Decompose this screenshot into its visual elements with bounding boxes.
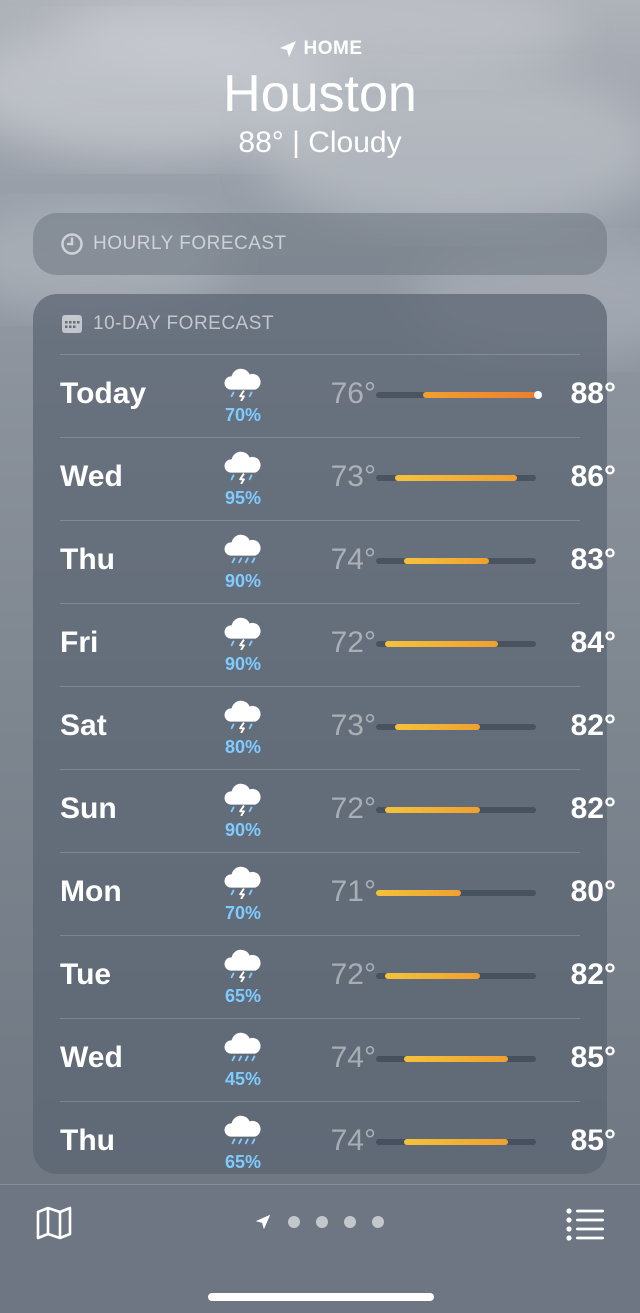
temp-range-fill — [385, 973, 480, 979]
current-conditions: 88° | Cloudy — [238, 126, 402, 159]
temp-range-fill — [404, 1139, 508, 1145]
temp-range-bar — [376, 641, 536, 647]
day-label: Mon — [60, 875, 122, 908]
day-label: Tue — [60, 958, 112, 991]
location-arrow-icon — [279, 41, 296, 57]
temp-range-fill — [423, 392, 536, 398]
rain-icon — [224, 1115, 261, 1145]
low-temp: 74° — [330, 543, 376, 576]
map-icon[interactable] — [34, 1203, 74, 1243]
rain-icon — [224, 534, 261, 564]
high-temp: 86° — [570, 460, 616, 493]
thunderstorm-icon — [224, 700, 261, 733]
forecast-row[interactable]: Today 70% 76° 88° — [60, 354, 616, 437]
daily-forecast-list: Today 70% 76° 88° Wed 95% 73° 86° Thu 90% 74° 83° Fr… — [33, 354, 616, 1184]
day-label: Sat — [60, 709, 107, 742]
high-temp: 83° — [570, 543, 616, 576]
location-header: HOME Houston 88° | Cloudy — [0, 38, 640, 160]
temp-range-fill — [404, 558, 489, 564]
day-label: Today — [60, 377, 147, 410]
temp-range-bar — [376, 558, 536, 564]
temp-range-fill — [385, 807, 480, 813]
temp-range-fill — [385, 641, 499, 647]
temp-range-fill — [376, 890, 461, 896]
high-temp: 85° — [570, 1124, 616, 1157]
forecast-row[interactable]: Thu 90% 74° 83° — [60, 520, 616, 603]
temp-range-bar — [376, 807, 536, 813]
temp-range-bar — [376, 973, 536, 979]
home-label: HOME — [303, 38, 363, 59]
day-label: Wed — [60, 460, 123, 493]
page-indicator[interactable] — [254, 1213, 384, 1231]
forecast-row[interactable]: Tue 65% 72° 82° — [60, 935, 616, 1018]
day-label: Sun — [60, 792, 117, 825]
forecast-row[interactable]: Sun 90% 72° 82° — [60, 769, 616, 852]
page-dot[interactable] — [372, 1216, 384, 1228]
low-temp: 72° — [330, 792, 376, 825]
temp-range-fill — [394, 475, 518, 481]
day-label: Thu — [60, 543, 115, 576]
temp-range-bar — [376, 1056, 536, 1062]
temp-range-fill — [404, 1056, 508, 1062]
temp-range-bar — [376, 1139, 536, 1145]
low-temp: 73° — [330, 709, 376, 742]
forecast-row[interactable]: Wed 45% 74° 85° — [60, 1018, 616, 1101]
high-temp: 82° — [570, 792, 616, 825]
forecast-row[interactable]: Mon 70% 71° 80° — [60, 852, 616, 935]
home-label-row: HOME — [0, 38, 640, 60]
low-temp: 72° — [330, 958, 376, 991]
forecast-row[interactable]: Thu 65% 74° 85° — [60, 1101, 616, 1184]
low-temp: 74° — [330, 1124, 376, 1157]
low-temp: 71° — [330, 875, 376, 908]
low-temp: 73° — [330, 460, 376, 493]
forecast-row[interactable]: Fri 90% 72° 84° — [60, 603, 616, 686]
home-indicator[interactable] — [208, 1293, 434, 1301]
bottom-toolbar — [0, 1184, 640, 1313]
day-label: Thu — [60, 1124, 115, 1157]
hourly-forecast-label: HOURLY FORECAST — [93, 233, 287, 254]
hourly-forecast-panel[interactable]: HOURLY FORECAST — [33, 213, 607, 275]
forecast-row[interactable]: Wed 95% 73° 86° — [60, 437, 616, 520]
thunderstorm-icon — [224, 783, 261, 816]
temp-range-bar — [376, 391, 542, 399]
thunderstorm-icon — [224, 451, 261, 484]
day-label: Wed — [60, 1041, 123, 1074]
high-temp: 84° — [570, 626, 616, 659]
thunderstorm-icon — [224, 866, 261, 899]
forecast-row[interactable]: Sat 80% 73° 82° — [60, 686, 616, 769]
high-temp: 80° — [570, 875, 616, 908]
location-arrow-icon — [255, 1214, 271, 1230]
low-temp: 72° — [330, 626, 376, 659]
temp-range-bar — [376, 475, 536, 481]
low-temp: 76° — [330, 377, 376, 410]
page-dot[interactable] — [344, 1216, 356, 1228]
daily-forecast-header: 10-DAY FORECAST — [33, 294, 607, 354]
page-dot[interactable] — [288, 1216, 300, 1228]
temp-range-bar — [376, 724, 536, 730]
low-temp: 74° — [330, 1041, 376, 1074]
thunderstorm-icon — [224, 949, 261, 982]
city-name: Houston — [223, 65, 417, 123]
daily-forecast-panel: 10-DAY FORECAST Today 70% 76° 88° Wed 95% 73° 8… — [33, 294, 616, 1174]
high-temp: 82° — [570, 709, 616, 742]
thunderstorm-icon — [224, 368, 261, 401]
day-label: Fri — [60, 626, 99, 659]
clock-icon — [61, 233, 83, 255]
rain-icon — [224, 1032, 261, 1062]
temp-range-fill — [394, 724, 480, 730]
list-icon[interactable] — [564, 1203, 606, 1243]
daily-forecast-label: 10-DAY FORECAST — [93, 313, 275, 334]
high-temp: 82° — [570, 958, 616, 991]
high-temp: 88° — [570, 377, 616, 410]
high-temp: 85° — [570, 1041, 616, 1074]
calendar-icon — [62, 315, 82, 333]
temp-range-bar — [376, 890, 536, 896]
page-dot[interactable] — [316, 1216, 328, 1228]
thunderstorm-icon — [224, 617, 261, 650]
